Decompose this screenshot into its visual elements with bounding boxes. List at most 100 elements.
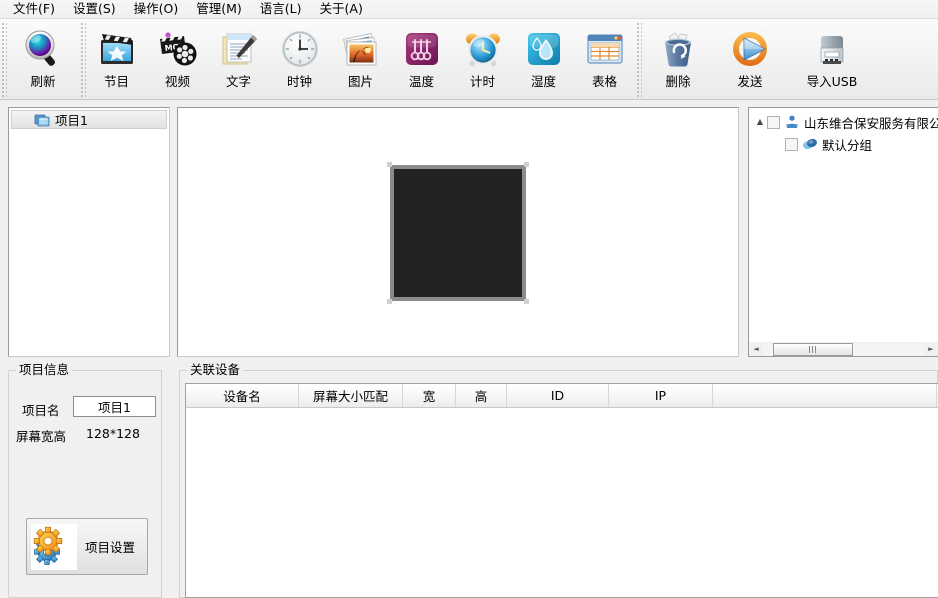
- send-play-icon: [728, 27, 772, 71]
- toolbar-gripper[interactable]: [79, 21, 86, 97]
- project-name-field[interactable]: 项目1: [73, 396, 156, 417]
- column-header-blank[interactable]: [713, 384, 937, 407]
- toolbar-group-actions: 删除 发送: [635, 19, 878, 99]
- project-tree-panel[interactable]: 项目1: [8, 107, 170, 357]
- toolbar-label-temperature: 温度: [409, 74, 434, 89]
- toolbar-button-refresh[interactable]: 刷新: [7, 20, 79, 98]
- scrollbar-thumb[interactable]: [773, 343, 853, 356]
- toolbar-button-video[interactable]: MOV 视频: [147, 20, 208, 98]
- humidity-waterdrop-icon: [522, 27, 566, 71]
- import-usb-icon: [810, 27, 854, 71]
- toolbar-button-humidity[interactable]: 湿度: [513, 20, 574, 98]
- toolbar-button-clock[interactable]: 时钟: [269, 20, 330, 98]
- device-checkbox-group[interactable]: [785, 138, 798, 151]
- expander-collapse-icon[interactable]: ▲: [753, 111, 767, 133]
- delete-trash-icon: [656, 27, 700, 71]
- device-tree-group-label: 默认分组: [822, 135, 872, 154]
- device-table[interactable]: 设备名 屏幕大小匹配 宽 高 ID IP: [185, 383, 938, 598]
- column-header-width[interactable]: 宽: [403, 384, 456, 407]
- menu-about[interactable]: 关于(A): [311, 0, 372, 19]
- toolbar-label-send: 发送: [737, 74, 762, 89]
- resize-handle-nw[interactable]: [387, 162, 392, 167]
- project-name-label: 项目名: [22, 400, 60, 419]
- picture-photos-icon: [339, 27, 383, 71]
- scrollbar-grip-icon: [809, 346, 817, 353]
- splitter-bottom[interactable]: [162, 363, 179, 598]
- canvas-preview-panel[interactable]: [177, 107, 739, 357]
- column-header-height[interactable]: 高: [456, 384, 507, 407]
- toolbar-button-timer[interactable]: 计时: [452, 20, 513, 98]
- device-table-body[interactable]: [186, 408, 938, 598]
- clock-icon: [278, 27, 322, 71]
- toolbar-button-delete[interactable]: 删除: [642, 20, 714, 98]
- device-checkbox-company[interactable]: [767, 116, 780, 129]
- timer-alarmclock-icon: [461, 27, 505, 71]
- project-settings-button[interactable]: 项目设置: [26, 518, 148, 575]
- company-folder-icon: [784, 114, 800, 130]
- program-clapperboard-icon: [95, 27, 139, 71]
- refresh-magnifier-icon: [21, 27, 65, 71]
- toolbar-button-temperature[interactable]: 温度: [391, 20, 452, 98]
- column-header-id[interactable]: ID: [507, 384, 609, 407]
- device-tree-company-label: 山东维合保安服务有限公: [804, 113, 938, 132]
- screen-size-label: 屏幕宽高: [16, 426, 66, 445]
- temperature-thermometer-icon: [400, 27, 444, 71]
- project-icon: [34, 112, 50, 128]
- column-header-screen-match[interactable]: 屏幕大小匹配: [299, 384, 403, 407]
- menu-bar: 文件(F) 设置(S) 操作(O) 管理(M) 语言(L) 关于(A): [0, 0, 938, 19]
- video-mov-icon: MOV: [156, 27, 200, 71]
- gears-settings-icon: [31, 524, 77, 570]
- column-header-ip[interactable]: IP: [609, 384, 713, 407]
- toolbar-button-picture[interactable]: 图片: [330, 20, 391, 98]
- toolbar-group-refresh: 刷新: [0, 19, 79, 99]
- screen-preview-object[interactable]: [390, 165, 526, 301]
- text-document-pen-icon: [217, 27, 261, 71]
- toolbar-label-timer: 计时: [470, 74, 495, 89]
- toolbar-group-widgets: 节目 MOV: [79, 19, 635, 99]
- menu-operation[interactable]: 操作(O): [125, 0, 188, 19]
- application-window: 文件(F) 设置(S) 操作(O) 管理(M) 语言(L) 关于(A): [0, 0, 938, 598]
- toolbar-button-send[interactable]: 发送: [714, 20, 786, 98]
- toolbar-gripper[interactable]: [635, 21, 642, 97]
- toolbar-label-refresh: 刷新: [30, 74, 55, 89]
- scrollbar-track[interactable]: [763, 343, 924, 356]
- project-tree-item[interactable]: 项目1: [11, 110, 167, 129]
- resize-handle-se[interactable]: [524, 299, 529, 304]
- column-header-device-name[interactable]: 设备名: [186, 384, 299, 407]
- splitter-right[interactable]: [739, 107, 748, 357]
- toolbar-label-clock: 时钟: [287, 74, 312, 89]
- splitter-left[interactable]: [170, 107, 177, 357]
- table-spreadsheet-icon: [583, 27, 627, 71]
- toolbar-label-program: 节目: [104, 74, 129, 89]
- menu-settings[interactable]: 设置(S): [64, 0, 125, 19]
- project-tree-item-label: 项目1: [55, 110, 88, 129]
- device-tree-hscrollbar[interactable]: ◄ ►: [748, 342, 938, 357]
- toolbar-label-import-usb: 导入USB: [807, 74, 858, 89]
- group-icon: [802, 136, 818, 152]
- toolbar-label-video: 视频: [165, 74, 190, 89]
- scroll-left-arrow-icon[interactable]: ◄: [749, 343, 763, 356]
- toolbar-label-text: 文字: [226, 74, 251, 89]
- project-settings-label: 项目设置: [85, 537, 135, 556]
- device-group-title: 关联设备: [187, 363, 243, 377]
- toolbar-label-delete: 删除: [665, 74, 690, 89]
- menu-manage[interactable]: 管理(M): [187, 0, 251, 19]
- menu-file[interactable]: 文件(F): [4, 0, 64, 19]
- project-info-title: 项目信息: [16, 363, 72, 377]
- toolbar-button-import-usb[interactable]: 导入USB: [786, 20, 878, 98]
- toolbar-label-humidity: 湿度: [531, 74, 556, 89]
- device-tree-panel[interactable]: ▲ 山东维合保安服务有限公 默认分组: [748, 107, 938, 357]
- main-toolbar: 刷新: [0, 19, 938, 100]
- resize-handle-ne[interactable]: [524, 162, 529, 167]
- menu-language[interactable]: 语言(L): [251, 0, 311, 19]
- toolbar-button-text[interactable]: 文字: [208, 20, 269, 98]
- toolbar-button-program[interactable]: 节目: [86, 20, 147, 98]
- toolbar-button-table[interactable]: 表格: [574, 20, 635, 98]
- device-tree-item-company[interactable]: ▲ 山东维合保安服务有限公: [749, 111, 938, 133]
- device-tree-item-group[interactable]: 默认分组: [749, 133, 938, 155]
- device-table-header-row: 设备名 屏幕大小匹配 宽 高 ID IP: [186, 384, 938, 408]
- toolbar-label-table: 表格: [592, 74, 617, 89]
- resize-handle-sw[interactable]: [387, 299, 392, 304]
- scroll-right-arrow-icon[interactable]: ►: [924, 343, 938, 356]
- toolbar-gripper[interactable]: [0, 21, 7, 97]
